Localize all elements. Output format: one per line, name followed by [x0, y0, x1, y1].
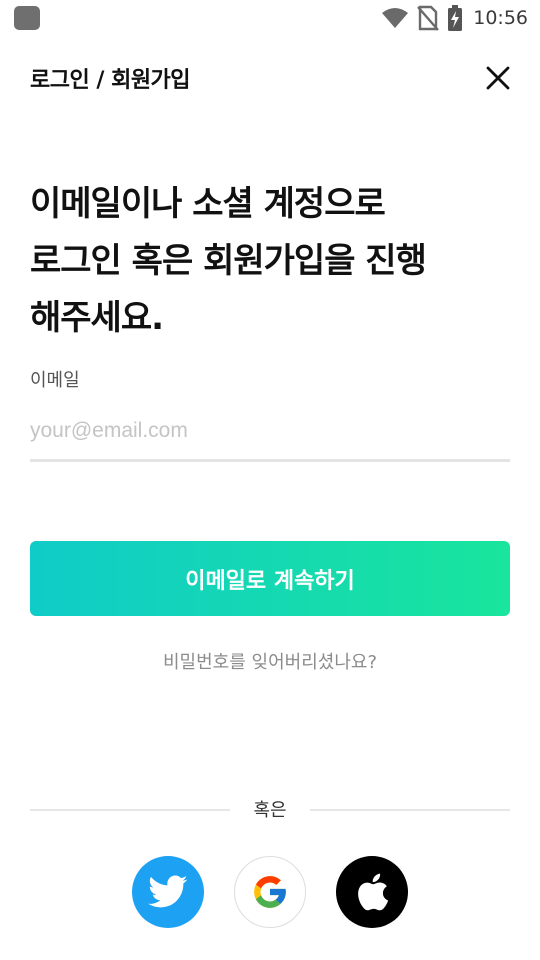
- close-icon: [486, 66, 510, 90]
- headline: 이메일이나 소셜 계정으로 로그인 혹은 회원가입을 진행 해주세요.: [30, 176, 510, 347]
- twitter-login-button[interactable]: [132, 856, 204, 928]
- divider-line-left: [30, 809, 230, 811]
- email-input[interactable]: [30, 408, 510, 454]
- no-sim-icon: [417, 5, 440, 31]
- headline-line-1: 이메일이나 소셜 계정으로: [30, 184, 386, 224]
- continue-with-email-button[interactable]: 이메일로 계속하기: [30, 541, 510, 616]
- battery-charging-icon: [448, 5, 463, 31]
- app-icon: [14, 6, 40, 30]
- close-button[interactable]: [480, 60, 516, 96]
- top-bar: 로그인 / 회원가입: [0, 50, 540, 106]
- status-icons: 10:56: [381, 4, 528, 32]
- google-login-button[interactable]: [234, 856, 306, 928]
- status-bar: 10:56: [0, 0, 540, 36]
- page-title: 로그인 / 회원가입: [30, 68, 191, 93]
- apple-icon: [358, 873, 389, 911]
- forgot-password-link[interactable]: 비밀번호를 잊어버리셨나요?: [0, 648, 540, 674]
- email-label: 이메일: [30, 370, 80, 391]
- headline-line-3: 해주세요.: [30, 298, 164, 338]
- divider-line-right: [310, 809, 510, 811]
- email-underline: [30, 459, 510, 462]
- twitter-icon: [148, 875, 188, 908]
- google-icon: [254, 876, 286, 908]
- apple-login-button[interactable]: [336, 856, 408, 928]
- divider-label: 혹은: [253, 800, 287, 821]
- wifi-icon: [382, 8, 409, 28]
- headline-line-2: 로그인 혹은 회원가입을 진행: [30, 241, 427, 281]
- status-time: 10:56: [473, 7, 528, 29]
